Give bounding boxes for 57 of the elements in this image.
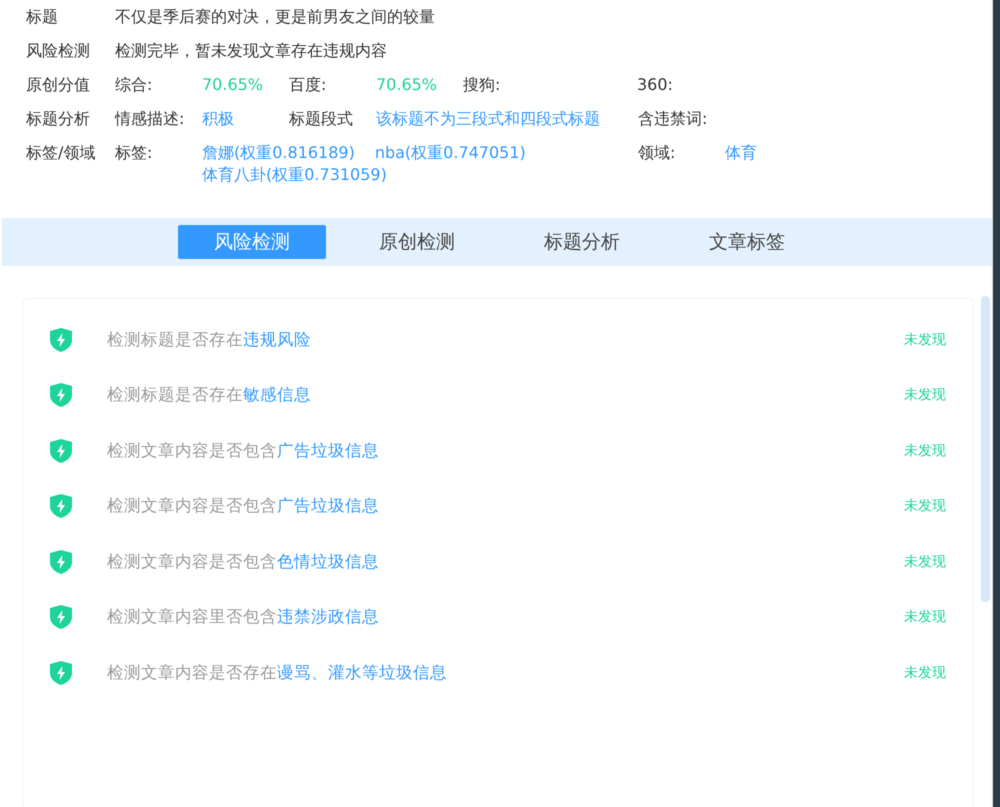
check-description: 检测文章内容是否包含色情垃圾信息 — [107, 550, 380, 573]
score-value: 70.65% — [376, 74, 438, 96]
score-label: 百度: — [289, 74, 328, 96]
check-description: 检测标题是否存在违规风险 — [107, 328, 312, 351]
check-status: 未发现 — [904, 664, 946, 682]
field-label: 标题 — [26, 6, 59, 28]
tab[interactable]: 文章标签 — [673, 225, 821, 259]
check-status: 未发现 — [904, 608, 946, 626]
shield-lightning-icon — [49, 382, 73, 408]
field-label: 原创分值 — [26, 74, 91, 96]
shield-lightning-icon — [49, 604, 73, 630]
check-status: 未发现 — [904, 552, 946, 571]
tag-link[interactable]: 詹娜(权重0.816189) — [202, 142, 355, 164]
tag-link[interactable]: 体育八卦(权重0.731059) — [202, 164, 387, 186]
domain-value: 体育 — [725, 142, 758, 164]
field-label: 风险检测 — [26, 40, 91, 62]
analysis-label: 标题段式 — [289, 108, 354, 130]
domain-label: 领域: — [638, 142, 676, 164]
shield-lightning-icon — [49, 493, 73, 520]
check-topic-link[interactable]: 谩骂、灌水等垃圾信息 — [277, 662, 447, 682]
check-status: 未发现 — [904, 497, 946, 516]
check-status: 未发现 — [904, 386, 946, 404]
field-label: 标题分析 — [26, 108, 91, 130]
shield-lightning-icon — [49, 548, 73, 575]
tag-link[interactable]: nba(权重0.747051) — [374, 142, 526, 164]
check-topic-link[interactable]: 广告垃圾信息 — [277, 496, 379, 516]
score-value: 70.65% — [202, 74, 264, 96]
tags-label: 标签: — [115, 142, 154, 164]
check-topic-link[interactable]: 敏感信息 — [243, 385, 311, 404]
shield-lightning-icon — [49, 660, 73, 686]
check-topic-link[interactable]: 违禁涉政信息 — [277, 607, 379, 626]
check-description: 检测文章内容是否包含广告垃圾信息 — [107, 440, 380, 462]
check-topic-link[interactable]: 色情垃圾信息 — [277, 552, 379, 571]
score-label: 综合: — [115, 74, 154, 96]
shield-lightning-icon — [49, 326, 73, 353]
tab[interactable]: 风险检测 — [178, 225, 326, 259]
check-status: 未发现 — [904, 442, 946, 460]
scrollbar-thumb[interactable] — [981, 296, 990, 602]
analysis-value: 该标题不为三段式和四段式标题 — [376, 108, 601, 130]
check-topic-link[interactable]: 广告垃圾信息 — [277, 440, 379, 460]
field-value: 不仅是季后赛的对决，更是前男友之间的较量 — [115, 6, 435, 28]
check-description: 检测文章内容是否包含广告垃圾信息 — [107, 495, 380, 518]
score-label: 360: — [637, 74, 674, 96]
field-value: 检测完毕，暂未发现文章存在违规内容 — [115, 40, 387, 62]
score-label: 搜狗: — [463, 74, 502, 96]
check-description: 检测标题是否存在敏感信息 — [107, 384, 312, 406]
tab[interactable]: 原创检测 — [343, 225, 491, 259]
check-topic-link[interactable]: 违规风险 — [243, 330, 311, 349]
check-description: 检测文章内容里否包含违禁涉政信息 — [107, 606, 380, 628]
tab[interactable]: 标题分析 — [508, 225, 656, 259]
analysis-label: 含违禁词: — [638, 108, 708, 130]
field-label: 标签/领域 — [26, 142, 96, 164]
analysis-label: 情感描述: — [115, 108, 186, 130]
check-status: 未发现 — [904, 330, 946, 349]
check-description: 检测文章内容是否存在谩骂、灌水等垃圾信息 — [107, 662, 448, 684]
analysis-value: 积极 — [202, 108, 235, 130]
shield-lightning-icon — [49, 438, 73, 464]
